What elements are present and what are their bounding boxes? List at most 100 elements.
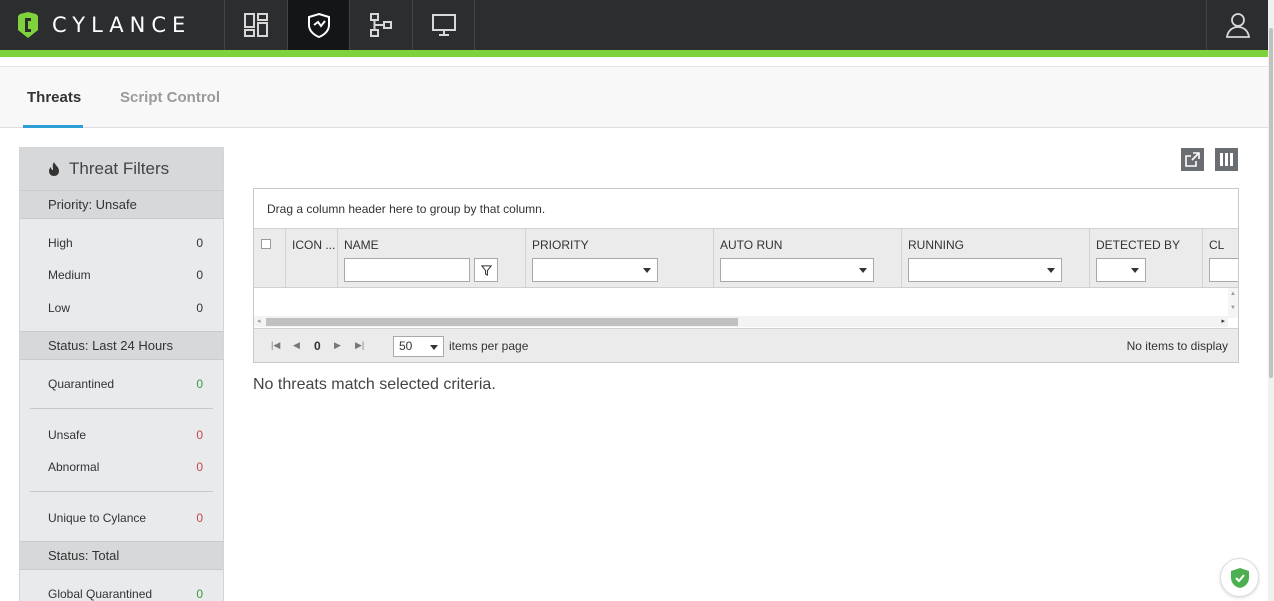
- classification-filter-input[interactable]: [1209, 258, 1238, 282]
- chevron-down-icon: [1047, 268, 1055, 273]
- filter-unsafe[interactable]: Unsafe 0: [48, 428, 218, 442]
- column-priority[interactable]: PRIORITY: [526, 229, 714, 287]
- nav-zones-button[interactable]: [349, 0, 411, 50]
- last-page-icon[interactable]: ▶|: [355, 340, 364, 351]
- auto-run-filter-dropdown[interactable]: [720, 258, 874, 282]
- chevron-down-icon: [643, 268, 651, 273]
- filter-label: Global Quarantined: [48, 587, 153, 601]
- chevron-down-icon: [859, 268, 867, 273]
- horizontal-scrollbar-thumb[interactable]: [266, 318, 738, 326]
- next-page-icon[interactable]: ▶: [334, 340, 341, 351]
- protection-status-badge[interactable]: [1220, 558, 1259, 597]
- shield-check-icon: [1230, 567, 1249, 588]
- scroll-right-arrow-icon[interactable]: ▸: [1221, 317, 1225, 325]
- column-icon[interactable]: ICON ...: [286, 229, 338, 287]
- filter-global-quarantined[interactable]: Global Quarantined 0: [48, 587, 218, 601]
- grid-pager: |◀ ◀ 0 ▶ ▶| 50 items per page No items t…: [254, 328, 1238, 362]
- filter-label: High: [48, 236, 73, 250]
- grid-header: ICON ... NAME PRIORITY AUTO RUN RUNNING …: [254, 229, 1238, 288]
- tab-script-control[interactable]: Script Control: [120, 89, 220, 106]
- threat-filters-panel: Threat Filters Priority: Unsafe High 0 M…: [19, 147, 224, 601]
- sidebar-divider: [30, 408, 213, 409]
- filter-count: 0: [196, 428, 203, 442]
- column-header-label: ICON ...: [292, 238, 336, 252]
- active-tab-indicator: [23, 125, 83, 128]
- current-page-number[interactable]: 0: [314, 339, 321, 353]
- grid-horizontal-scrollbar[interactable]: ◂ ▸: [254, 316, 1228, 327]
- column-running[interactable]: RUNNING: [902, 229, 1090, 287]
- columns-icon: [1220, 153, 1233, 166]
- export-button[interactable]: [1181, 148, 1204, 171]
- nav-dashboard-button[interactable]: [224, 0, 286, 50]
- pager-info: No items to display: [1126, 339, 1228, 353]
- group-by-drop-zone[interactable]: Drag a column header here to group by th…: [254, 189, 1238, 229]
- items-per-page-label: items per page: [449, 339, 529, 353]
- page-scrollbar-thumb[interactable]: [1269, 28, 1273, 378]
- filter-unique-to-cylance[interactable]: Unique to Cylance 0: [48, 511, 218, 525]
- filter-medium[interactable]: Medium 0: [48, 268, 218, 282]
- filter-count: 0: [196, 268, 203, 282]
- section-status-last-24-hours: Status: Last 24 Hours: [20, 331, 223, 360]
- filter-quarantined[interactable]: Quarantined 0: [48, 377, 218, 391]
- threat-filters-title: Threat Filters: [20, 148, 223, 191]
- filter-count: 0: [196, 301, 203, 315]
- name-filter-input[interactable]: [344, 258, 470, 282]
- filter-count: 0: [196, 236, 203, 250]
- column-classification[interactable]: CL: [1203, 229, 1238, 287]
- threat-filters-title-text: Threat Filters: [69, 159, 170, 178]
- previous-page-icon[interactable]: ◀: [293, 340, 300, 351]
- filter-label: Unique to Cylance: [48, 511, 147, 525]
- running-filter-dropdown[interactable]: [908, 258, 1062, 282]
- priority-filter-dropdown[interactable]: [532, 258, 658, 282]
- column-name[interactable]: NAME: [338, 229, 526, 287]
- protection-shield-icon: [307, 12, 330, 38]
- filter-funnel-icon: [480, 264, 492, 276]
- section-priority-unsafe: Priority: Unsafe: [20, 190, 223, 219]
- detected-by-filter-dropdown[interactable]: [1096, 258, 1146, 282]
- filter-label: Quarantined: [48, 377, 115, 391]
- scroll-left-arrow-icon[interactable]: ◂: [257, 317, 261, 325]
- logo-text: CYLANCE: [52, 13, 192, 37]
- nav-devices-button[interactable]: [412, 0, 474, 50]
- filter-count: 0: [196, 511, 203, 525]
- app-window: CYLANCE Threats Script Control Threat Fi…: [0, 0, 1274, 601]
- flame-icon: [49, 162, 59, 176]
- scroll-down-arrow-icon[interactable]: ▼: [1230, 305, 1236, 311]
- filter-count: 0: [196, 460, 203, 474]
- first-page-icon[interactable]: |◀: [271, 340, 280, 351]
- tab-threats[interactable]: Threats: [27, 89, 81, 106]
- filter-count: 0: [196, 587, 203, 601]
- column-header-label: AUTO RUN: [720, 238, 783, 252]
- filter-low[interactable]: Low 0: [48, 301, 218, 315]
- filter-abnormal[interactable]: Abnormal 0: [48, 460, 218, 474]
- columns-button[interactable]: [1215, 148, 1238, 171]
- threats-grid: Drag a column header here to group by th…: [253, 188, 1239, 363]
- page-size-value: 50: [399, 339, 413, 353]
- page-scrollbar[interactable]: [1268, 0, 1274, 601]
- sidebar-divider: [30, 491, 213, 492]
- export-icon: [1185, 152, 1200, 167]
- filter-label: Low: [48, 301, 71, 315]
- column-auto-run[interactable]: AUTO RUN: [714, 229, 902, 287]
- column-header-label: PRIORITY: [532, 238, 589, 252]
- zones-icon: [369, 13, 392, 37]
- column-header-label: NAME: [344, 238, 379, 252]
- column-header-label: RUNNING: [908, 238, 964, 252]
- nav-protection-button[interactable]: [287, 0, 349, 50]
- name-filter-button[interactable]: [474, 258, 498, 282]
- user-menu-button[interactable]: [1206, 0, 1268, 50]
- header-accent-line: [0, 50, 1268, 57]
- page-size-dropdown[interactable]: 50: [393, 336, 444, 357]
- chevron-down-icon: [430, 345, 438, 350]
- grid-vertical-scrollbar[interactable]: ▲ ▼: [1228, 288, 1238, 318]
- cylance-logo[interactable]: CYLANCE: [16, 6, 191, 44]
- dashboard-icon: [243, 13, 268, 37]
- filter-label: Unsafe: [48, 428, 87, 442]
- select-all-checkbox[interactable]: [261, 239, 271, 249]
- filter-high[interactable]: High 0: [48, 236, 218, 250]
- section-status-total: Status: Total: [20, 541, 223, 570]
- scroll-up-arrow-icon[interactable]: ▲: [1230, 291, 1236, 297]
- column-detected-by[interactable]: DETECTED BY: [1090, 229, 1203, 287]
- column-header-label: CL: [1209, 238, 1225, 252]
- select-all-column: [254, 229, 286, 287]
